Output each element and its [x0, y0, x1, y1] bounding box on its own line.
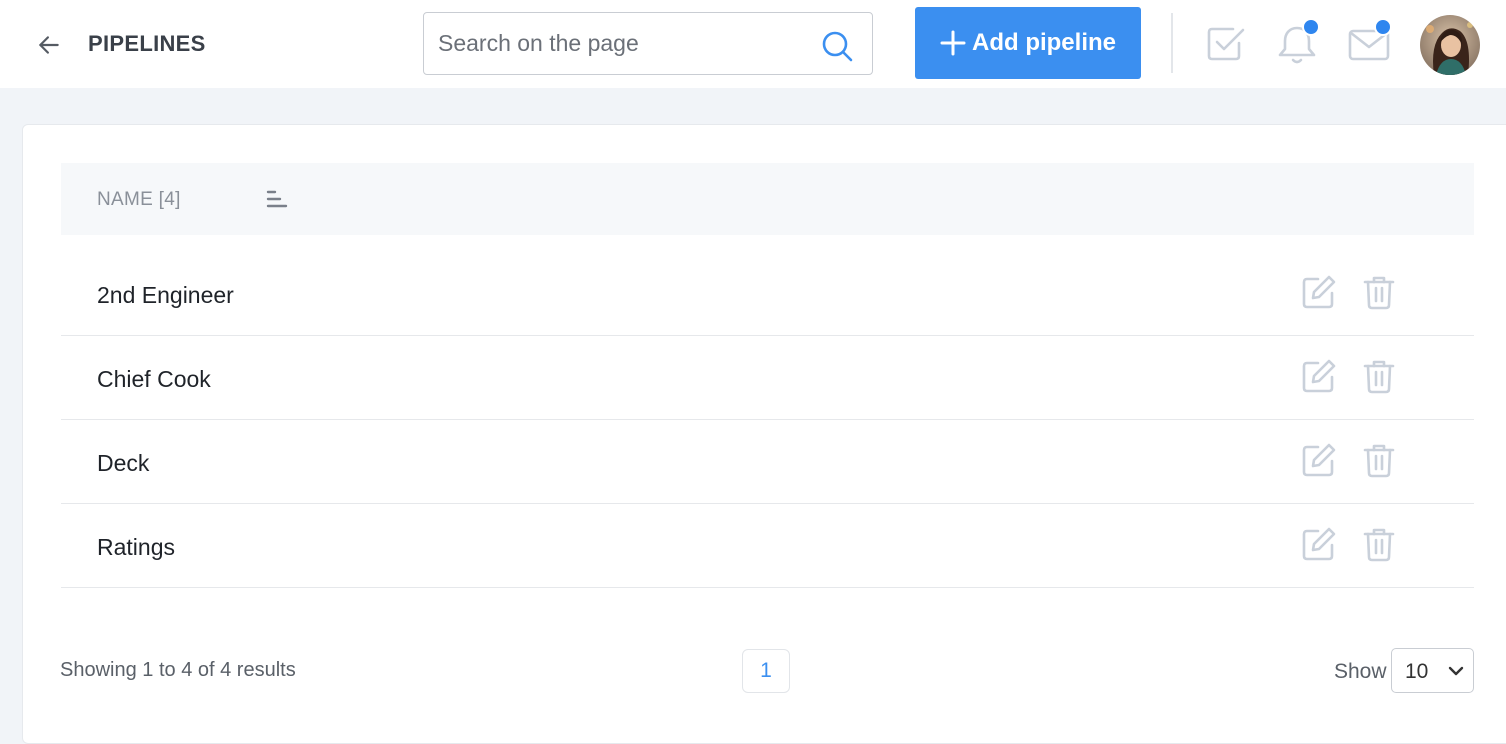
arrow-left-icon — [39, 36, 59, 54]
trash-icon[interactable] — [1361, 526, 1397, 562]
pipeline-name: Deck — [97, 450, 150, 476]
notifications-button[interactable] — [1276, 18, 1322, 66]
notification-badge — [1302, 18, 1320, 36]
column-name-header: NAME [4] — [97, 189, 181, 210]
trash-icon[interactable] — [1361, 358, 1397, 394]
search-box — [423, 12, 873, 75]
pipeline-name: Ratings — [97, 534, 175, 560]
header-divider — [1171, 13, 1173, 73]
trash-icon[interactable] — [1361, 442, 1397, 478]
pagination-page-1[interactable]: 1 — [742, 649, 790, 693]
page-size-select[interactable]: 10 — [1391, 648, 1474, 693]
table-header: NAME [4] — [61, 163, 1474, 235]
top-bar: PIPELINES Add pipeline — [0, 0, 1506, 88]
message-badge — [1374, 18, 1392, 36]
edit-icon[interactable] — [1301, 274, 1337, 310]
table-row: Deck — [61, 420, 1474, 504]
pipeline-name: 2nd Engineer — [97, 282, 234, 308]
add-pipeline-button[interactable]: Add pipeline — [915, 7, 1141, 79]
sort-icon[interactable] — [265, 189, 289, 209]
pipeline-name: Chief Cook — [97, 366, 211, 392]
chevron-down-icon — [1448, 666, 1464, 676]
results-summary: Showing 1 to 4 of 4 results — [60, 659, 296, 681]
table-row: 2nd Engineer — [61, 252, 1474, 336]
table-row: Chief Cook — [61, 336, 1474, 420]
edit-icon[interactable] — [1301, 526, 1337, 562]
edit-icon[interactable] — [1301, 358, 1337, 394]
pipelines-card: NAME [4] 2nd Engineer Chief Cook Deck Ra… — [22, 124, 1506, 744]
search-input[interactable] — [424, 13, 804, 74]
page-title: PIPELINES — [88, 31, 206, 56]
table-row: Ratings — [61, 504, 1474, 588]
add-pipeline-label: Add pipeline — [972, 29, 1116, 56]
page-size-label: Show — [1334, 660, 1387, 683]
page-size-value: 10 — [1405, 660, 1429, 683]
checkbox-icon[interactable] — [1206, 25, 1246, 63]
search-icon[interactable] — [820, 29, 854, 63]
edit-icon[interactable] — [1301, 442, 1337, 478]
trash-icon[interactable] — [1361, 274, 1397, 310]
user-photo — [1420, 15, 1480, 75]
plus-icon — [940, 30, 966, 56]
messages-button[interactable] — [1348, 18, 1396, 66]
avatar[interactable] — [1420, 15, 1480, 75]
back-button[interactable] — [34, 30, 64, 60]
